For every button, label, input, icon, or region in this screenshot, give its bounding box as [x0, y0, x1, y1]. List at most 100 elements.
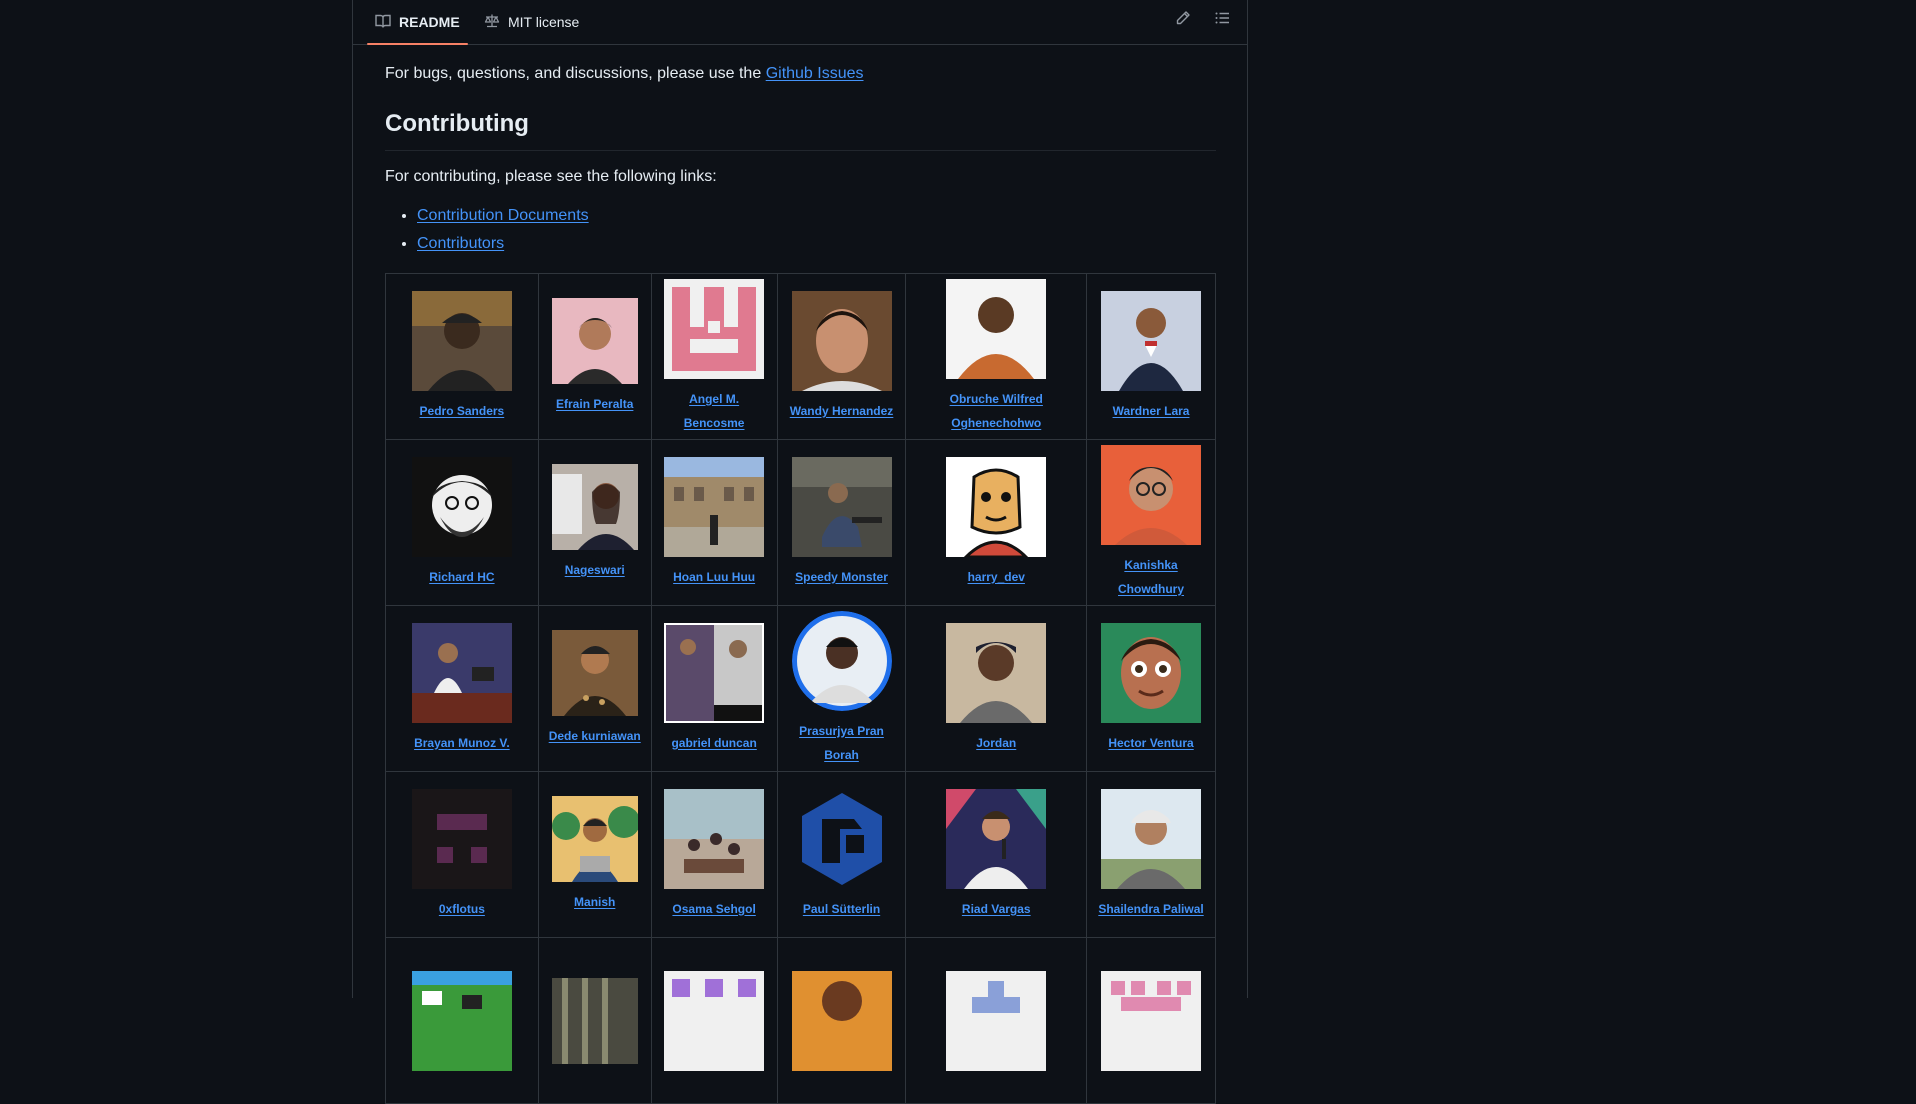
contributor-cell [776, 937, 907, 1104]
readme-panel: README MIT license For bugs, questions, … [352, 0, 1248, 1104]
contributor-name[interactable]: Shailendra Paliwal [1098, 897, 1203, 921]
outline-button[interactable] [1212, 10, 1232, 30]
law-icon [484, 13, 508, 32]
avatar[interactable] [1101, 444, 1202, 545]
contributor-name[interactable]: Richard HC [429, 565, 494, 589]
book-icon [375, 13, 399, 32]
list-item: Contributors [417, 230, 589, 258]
contributor-name[interactable]: Paul Sütterlin [803, 897, 880, 921]
contributor-name[interactable]: Manish [574, 890, 615, 914]
contributing-text: For contributing, please see the followi… [385, 168, 717, 185]
avatar[interactable] [791, 290, 892, 391]
contributor-cell: Shailendra Paliwal [1086, 771, 1216, 938]
avatar[interactable] [551, 297, 638, 384]
avatar[interactable] [791, 788, 892, 889]
table-row: Brayan Munoz V. Dede kurniawan gabriel d… [385, 605, 1216, 772]
contributor-name[interactable]: Speedy Monster [795, 565, 888, 589]
contributor-cell [905, 937, 1088, 1104]
avatar[interactable] [1101, 622, 1202, 723]
contributor-cell: 0xflotus [385, 771, 539, 938]
avatar[interactable] [791, 456, 892, 557]
support-text: For bugs, questions, and discussions, pl… [385, 65, 762, 82]
avatar[interactable] [946, 278, 1047, 379]
contributor-cell: Prasurjya Pran Borah [776, 605, 907, 772]
avatar[interactable] [664, 456, 765, 557]
contributor-name[interactable]: Kanishka Chowdhury [1093, 553, 1209, 601]
contributor-cell: gabriel duncan [650, 605, 778, 772]
contributor-cell: Paul Sütterlin [776, 771, 907, 938]
contributor-cell: Dede kurniawan [537, 605, 652, 772]
avatar[interactable] [411, 290, 512, 391]
contributor-cell: Riad Vargas [905, 771, 1088, 938]
contributor-name[interactable]: Brayan Munoz V. [414, 731, 510, 755]
avatar[interactable] [551, 795, 638, 882]
contributor-cell [650, 937, 778, 1104]
contributor-cell: Richard HC [385, 439, 539, 606]
contributor-name[interactable]: Hector Ventura [1108, 731, 1193, 755]
contributor-cell: Osama Sehgol [650, 771, 778, 938]
avatar[interactable] [791, 970, 892, 1071]
avatar[interactable] [664, 970, 765, 1071]
tab-license-label: MIT license [508, 14, 580, 30]
contributing-links: Contribution Documents Contributors [385, 202, 589, 258]
tab-readme[interactable]: README [367, 0, 468, 45]
contributor-name[interactable]: Efrain Peralta [556, 392, 633, 416]
avatar[interactable] [411, 970, 512, 1071]
avatar[interactable] [1101, 970, 1202, 1071]
contributor-cell: Jordan [905, 605, 1088, 772]
contributor-cell [1086, 937, 1216, 1104]
avatar[interactable] [551, 977, 638, 1064]
contributor-name[interactable]: Prasurjya Pran Borah [784, 719, 900, 767]
avatar[interactable] [664, 788, 765, 889]
contributor-cell: Efrain Peralta [537, 273, 652, 440]
pencil-icon [1175, 10, 1191, 31]
contributor-cell: harry_dev [905, 439, 1088, 606]
contributor-cell: Wandy Hernandez [776, 273, 907, 440]
edit-file-button[interactable] [1173, 10, 1193, 30]
contributor-name[interactable]: 0xflotus [439, 897, 485, 921]
avatar[interactable] [946, 788, 1047, 889]
contributor-name[interactable]: Hoan Luu Huu [673, 565, 755, 589]
contributor-name[interactable]: gabriel duncan [671, 731, 756, 755]
table-row: 0xflotus Manish Osama Sehgol Paul Sütter… [385, 771, 1216, 938]
avatar[interactable] [551, 463, 638, 550]
contributor-name[interactable]: Jordan [976, 731, 1016, 755]
contributor-name[interactable]: Osama Sehgol [672, 897, 755, 921]
avatar[interactable] [551, 629, 638, 716]
contributor-name[interactable]: Wandy Hernandez [790, 399, 894, 423]
contributor-cell: Kanishka Chowdhury [1086, 439, 1216, 606]
contribution-documents-link[interactable]: Contribution Documents [417, 207, 589, 224]
contributor-name[interactable]: Wardner Lara [1113, 399, 1190, 423]
avatar[interactable] [411, 456, 512, 557]
contributor-cell: Angel M. Bencosme [650, 273, 778, 440]
contributors-link[interactable]: Contributors [417, 235, 504, 252]
contributor-name[interactable]: Obruche Wilfred Oghenechohwo [912, 387, 1080, 435]
contributor-name[interactable]: Riad Vargas [962, 897, 1031, 921]
avatar[interactable] [1101, 788, 1202, 889]
avatar[interactable] [411, 622, 512, 723]
contributor-name[interactable]: harry_dev [968, 565, 1025, 589]
avatar[interactable] [664, 278, 765, 379]
contributing-heading: Contributing [385, 108, 1216, 151]
contributor-name[interactable]: Nageswari [565, 558, 625, 582]
readme-tabs: README MIT license [353, 0, 1247, 45]
contributor-name[interactable]: Pedro Sanders [420, 399, 505, 423]
table-row: Pedro Sanders Efrain Peralta Angel M. Be… [385, 273, 1216, 440]
contributor-cell: Brayan Munoz V. [385, 605, 539, 772]
contributor-cell: Pedro Sanders [385, 273, 539, 440]
contributor-name[interactable]: Dede kurniawan [549, 724, 641, 748]
avatar[interactable] [946, 456, 1047, 557]
tab-license[interactable]: MIT license [476, 0, 587, 44]
contributor-name[interactable]: Angel M. Bencosme [658, 387, 771, 435]
contributor-cell: Hoan Luu Huu [650, 439, 778, 606]
avatar[interactable] [791, 610, 892, 711]
avatar[interactable] [946, 970, 1047, 1071]
table-row: Richard HC Nageswari Hoan Luu Huu Speedy… [385, 439, 1216, 606]
avatar[interactable] [664, 622, 765, 723]
github-issues-link[interactable]: Github Issues [766, 65, 864, 82]
avatar[interactable] [946, 622, 1047, 723]
avatar[interactable] [411, 788, 512, 889]
contributors-table: Pedro Sanders Efrain Peralta Angel M. Be… [385, 273, 1216, 1104]
contributor-cell: Manish [537, 771, 652, 938]
avatar[interactable] [1101, 290, 1202, 391]
